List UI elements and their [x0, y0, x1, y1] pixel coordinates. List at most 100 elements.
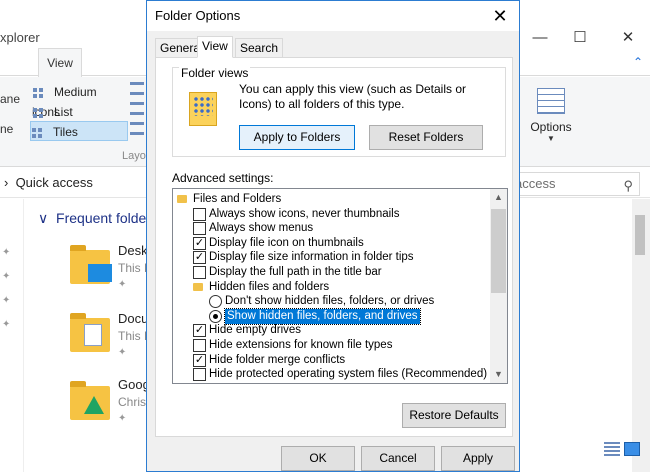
tab-view[interactable]: View: [197, 36, 233, 58]
reset-folders-button[interactable]: Reset Folders: [369, 125, 483, 150]
checkbox[interactable]: [193, 207, 206, 221]
details-view-icon[interactable]: [604, 442, 620, 456]
layout-medium-icons[interactable]: Medium icons: [32, 82, 128, 119]
scroll-up-icon[interactable]: ▲: [490, 189, 507, 206]
tab-search[interactable]: Search: [235, 38, 284, 58]
layout-tiles[interactable]: Tiles: [30, 121, 128, 141]
pane-label-fragment-2[interactable]: ne: [0, 122, 13, 136]
google-drive-folder-icon[interactable]: [70, 381, 110, 420]
navigation-pane: ✦ ✦ ✦ ✦: [0, 199, 24, 472]
folder-views-title: Folder views: [179, 66, 251, 80]
advanced-settings-list[interactable]: Files and Folders Always show icons, neve…: [172, 188, 508, 384]
chevron-up-icon[interactable]: ⌃: [628, 54, 648, 70]
settings-checkbox-row[interactable]: ✓ Hide empty drives: [173, 323, 491, 338]
settings-row-label: Always show icons, never thumbnails: [209, 207, 400, 220]
settings-group-header: Files and Folders: [173, 192, 491, 207]
search-icon: ⚲: [623, 178, 633, 193]
pin-icon: ✦: [118, 413, 127, 424]
pin-icon: ✦: [118, 347, 127, 358]
scrollbar-thumb[interactable]: [491, 209, 506, 293]
restore-defaults-button[interactable]: Restore Defaults: [402, 403, 506, 428]
tiles-icon: [31, 125, 47, 140]
advanced-settings-label: Advanced settings:: [172, 171, 274, 185]
pin-icon: ✦: [2, 295, 11, 306]
settings-row-label: Hidden files and folders: [209, 280, 330, 293]
scroll-down-icon[interactable]: ▼: [490, 366, 507, 383]
advanced-settings-scrollbar[interactable]: ▲ ▼: [490, 189, 507, 383]
settings-checkbox-row[interactable]: ✓ Display file size information in folder…: [173, 250, 491, 265]
folder-view-icon: [189, 92, 217, 126]
medium-icons-icon: [32, 85, 48, 100]
folder-views-description: You can apply this view (such as Details…: [239, 82, 467, 111]
settings-checkbox-row[interactable]: Always show menus: [173, 221, 491, 236]
checkbox-checked[interactable]: ✓: [193, 236, 206, 250]
options-button[interactable]: Options ▼: [520, 86, 582, 156]
checkbox[interactable]: [193, 339, 206, 352]
layout-list[interactable]: List: [32, 102, 128, 122]
checkbox-checked[interactable]: ✓: [193, 324, 206, 338]
list-icon: [32, 105, 48, 120]
dialog-title: Folder Options: [155, 8, 241, 23]
maximize-icon[interactable]: ☐: [570, 30, 590, 46]
tab-view[interactable]: View: [38, 48, 82, 78]
settings-checkbox-row[interactable]: Launch folder windows in a separate proc…: [173, 382, 491, 384]
settings-checkbox-row[interactable]: Hide extensions for known file types: [173, 338, 491, 353]
radio-selected[interactable]: [209, 309, 222, 323]
folder-item-name[interactable]: Docu: [118, 311, 148, 326]
view-toggle-group: [604, 442, 644, 458]
settings-row-label: Hide extensions for known file types: [209, 339, 393, 351]
settings-row-label: Don't show hidden files, folders, or dri…: [225, 295, 435, 308]
dialog-titlebar[interactable]: Folder Options ✕: [147, 1, 519, 31]
pin-icon: ✦: [118, 279, 127, 290]
documents-folder-icon[interactable]: [70, 313, 110, 352]
settings-checkbox-row[interactable]: Display the full path in the title bar: [173, 265, 491, 280]
desktop-folder-icon[interactable]: [70, 245, 112, 284]
folder-item-location: Chris: [118, 395, 147, 409]
settings-row-label: Hide empty drives: [209, 324, 302, 337]
pin-icon: ✦: [2, 247, 11, 258]
settings-checkbox-row[interactable]: Always show icons, never thumbnails: [173, 207, 491, 222]
checkbox-checked[interactable]: ✓: [193, 251, 206, 265]
pane-label-fragment[interactable]: ane: [0, 92, 20, 106]
settings-checkbox-row[interactable]: ✓ Hide folder merge conflicts: [173, 353, 491, 368]
settings-row-label: Launch folder windows in a separate proc…: [209, 382, 439, 384]
close-icon[interactable]: ✕: [618, 30, 638, 46]
ok-button[interactable]: OK: [281, 446, 355, 471]
pin-icon: ✦: [2, 319, 11, 330]
settings-row-label: Hide protected operating system files (R…: [209, 368, 488, 381]
folder-icon: [177, 195, 187, 203]
folder-icon: [193, 282, 203, 291]
checkbox[interactable]: [193, 368, 206, 382]
minimize-icon[interactable]: —: [530, 30, 550, 46]
settings-row-label: Hide folder merge conflicts: [209, 353, 346, 366]
settings-row-label: Always show menus: [209, 222, 314, 235]
address-quick-access[interactable]: › Quick access: [4, 175, 93, 190]
settings-group-header: Hidden files and folders: [173, 280, 491, 295]
cancel-button[interactable]: Cancel: [361, 446, 435, 471]
layout-group-label: Layo: [122, 150, 146, 162]
folder-views-group: Folder views You can apply this view (su…: [172, 66, 506, 157]
settings-radio-row[interactable]: Show hidden files, folders, and drives: [173, 307, 491, 325]
radio[interactable]: [209, 295, 222, 309]
close-icon[interactable]: ✕: [487, 4, 513, 28]
settings-row-label: Display file size information in folder …: [209, 251, 414, 264]
checkbox[interactable]: [193, 382, 206, 383]
large-icons-view-icon[interactable]: [624, 442, 640, 456]
folder-options-dialog: Folder Options ✕ General View Search Fol…: [146, 0, 520, 472]
search-input[interactable]: access ⚲: [500, 172, 640, 196]
apply-to-folders-button[interactable]: Apply to Folders: [239, 125, 355, 150]
explorer-scrollbar-thumb[interactable]: [635, 215, 645, 255]
pin-icon: ✦: [2, 271, 11, 282]
view-tab-panel: Folder views You can apply this view (su…: [155, 57, 513, 437]
layout-more-icon[interactable]: [130, 82, 144, 142]
checkbox-checked[interactable]: ✓: [193, 353, 206, 367]
settings-checkbox-row[interactable]: Hide protected operating system files (R…: [173, 367, 491, 382]
explorer-title: xplorer: [0, 30, 40, 45]
apply-button[interactable]: Apply: [441, 446, 515, 471]
chevron-down-icon: ▼: [547, 134, 555, 143]
checkbox[interactable]: [193, 222, 206, 236]
options-icon: [537, 88, 565, 114]
settings-checkbox-row[interactable]: ✓ Display file icon on thumbnails: [173, 236, 491, 251]
checkbox[interactable]: [193, 266, 206, 279]
settings-radio-row[interactable]: Don't show hidden files, folders, or dri…: [173, 294, 491, 309]
